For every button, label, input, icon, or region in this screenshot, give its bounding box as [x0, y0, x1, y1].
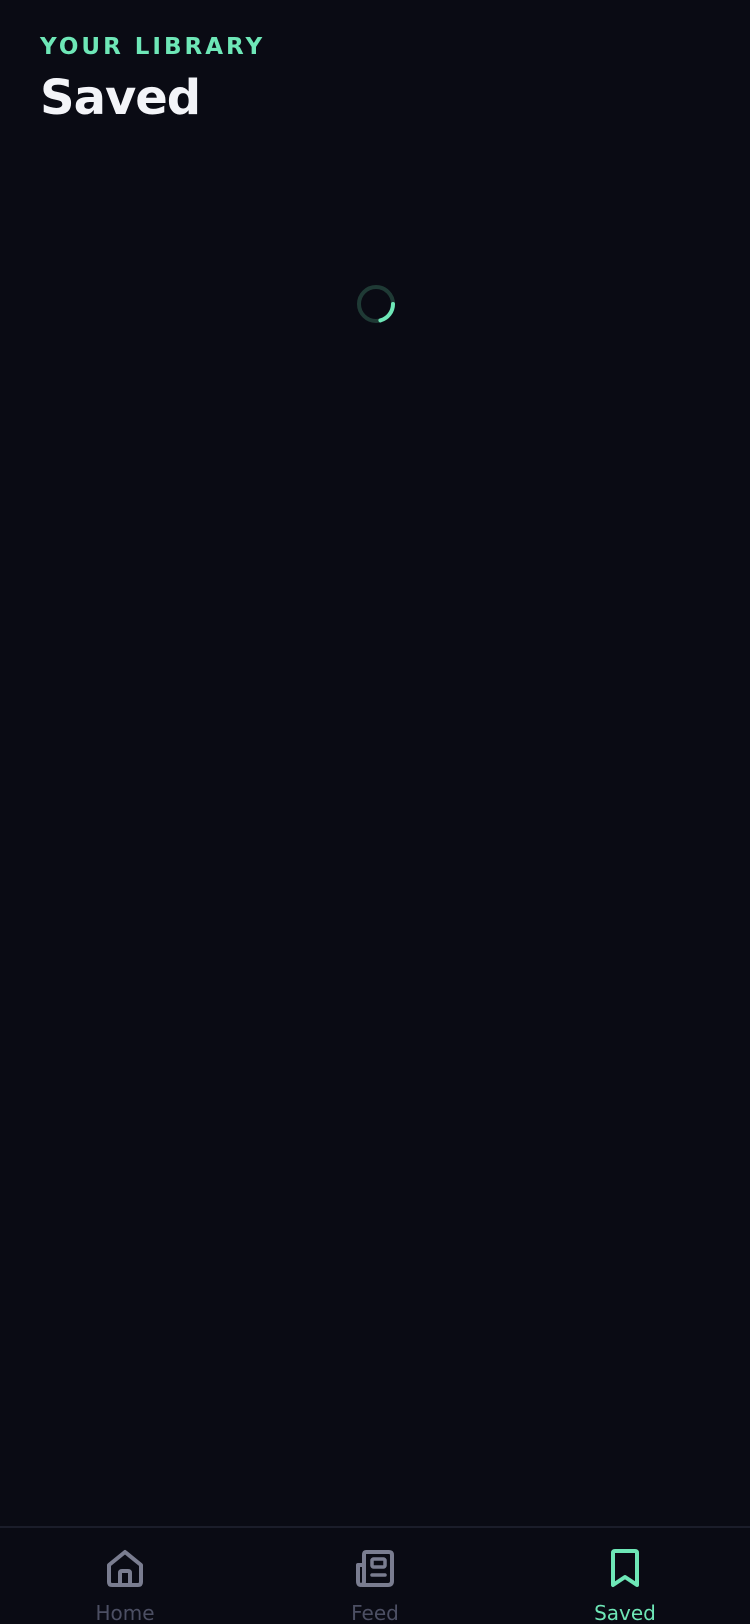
app-screen: YOUR LIBRARY Saved Home Feed Saved — [0, 0, 750, 1624]
bottom-tab-bar: Home Feed Saved — [0, 1526, 750, 1624]
newspaper-icon — [356, 1550, 394, 1587]
loading-spinner — [357, 285, 395, 323]
section-eyebrow: YOUR LIBRARY — [40, 34, 266, 60]
tab-home[interactable]: Home — [0, 1528, 250, 1624]
home-icon — [107, 1550, 143, 1587]
page-title: Saved — [40, 70, 201, 126]
tab-feed-label: Feed — [351, 1601, 399, 1624]
tab-feed[interactable]: Feed — [250, 1528, 500, 1624]
page-header: YOUR LIBRARY Saved — [40, 30, 265, 128]
tab-home-label: Home — [95, 1601, 155, 1624]
bookmark-icon — [611, 1549, 639, 1587]
tab-saved[interactable]: Saved — [500, 1528, 750, 1624]
tab-saved-label: Saved — [594, 1601, 656, 1624]
